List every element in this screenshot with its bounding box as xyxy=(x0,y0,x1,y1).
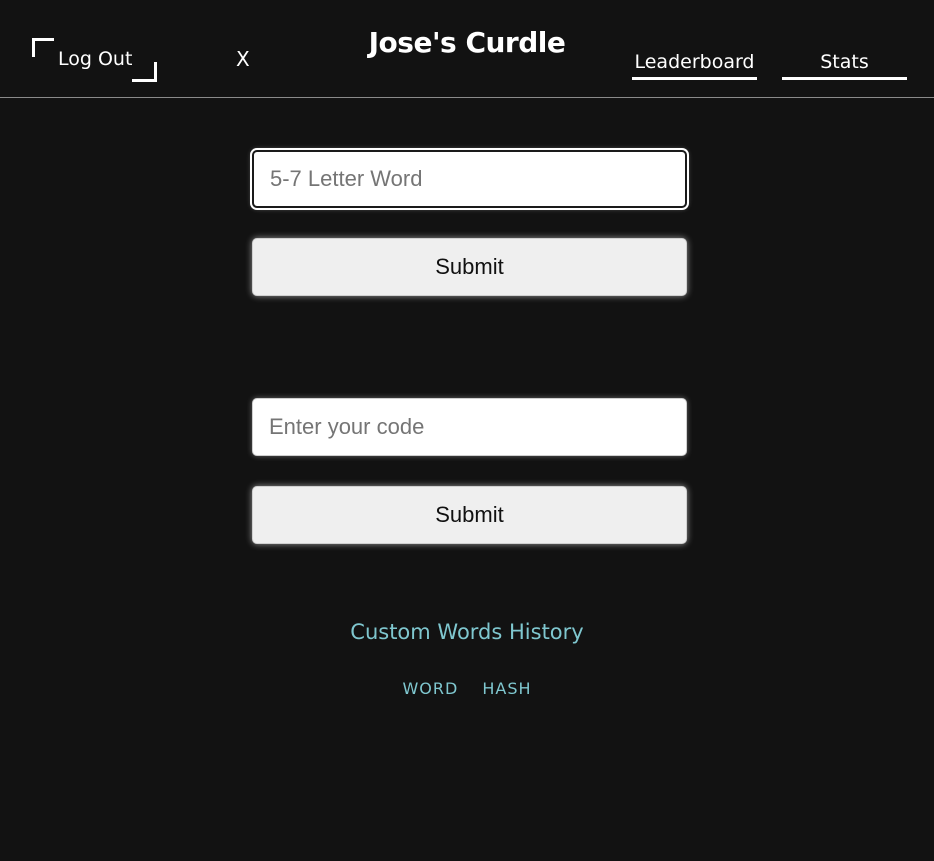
nav-stats-link[interactable]: Stats xyxy=(782,46,907,80)
submit-word-button[interactable]: Submit xyxy=(252,238,687,296)
history-table-header: WORD HASH xyxy=(0,679,934,698)
custom-word-input[interactable] xyxy=(252,150,687,208)
top-bar: Log Out X Jose's Curdle Leaderboard Stat… xyxy=(0,0,934,98)
nav-leaderboard-link[interactable]: Leaderboard xyxy=(632,46,757,80)
column-header-hash: HASH xyxy=(482,679,532,698)
custom-words-history-link[interactable]: Custom Words History xyxy=(0,620,934,644)
code-input[interactable] xyxy=(252,398,687,456)
submit-code-button[interactable]: Submit xyxy=(252,486,687,544)
column-header-word: WORD xyxy=(402,679,459,698)
bracket-bottom-right-icon xyxy=(132,62,157,82)
